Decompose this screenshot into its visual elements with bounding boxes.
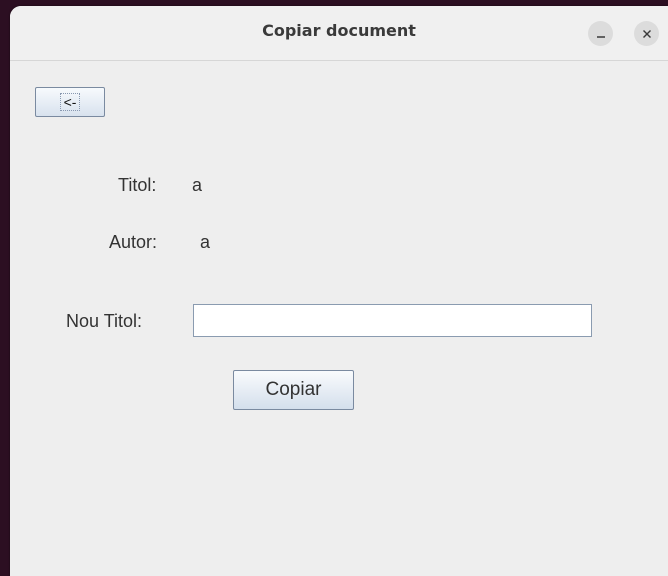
title-label: Titol: [118, 175, 157, 195]
minimize-button[interactable] [588, 21, 613, 46]
author-label: Autor: [109, 232, 158, 252]
title-value: a [192, 175, 203, 195]
author-value: a [200, 232, 211, 252]
window-title: Copiar document [262, 21, 416, 40]
dialog-content: <- Titol: a Autor: a Nou Titol: Copiar [10, 61, 668, 576]
back-button-label: <- [59, 93, 81, 111]
back-button[interactable]: <- [35, 87, 105, 117]
title-bar[interactable]: Copiar document [10, 6, 668, 61]
new-title-label: Nou Titol: [66, 311, 143, 331]
copy-button[interactable]: Copiar [233, 370, 354, 410]
close-icon [642, 29, 651, 38]
close-button[interactable] [634, 21, 659, 46]
dialog-window: Copiar document <- Titol: a Autor: a Nou… [10, 6, 668, 576]
new-title-input[interactable] [193, 304, 592, 337]
minimize-icon [596, 35, 605, 38]
